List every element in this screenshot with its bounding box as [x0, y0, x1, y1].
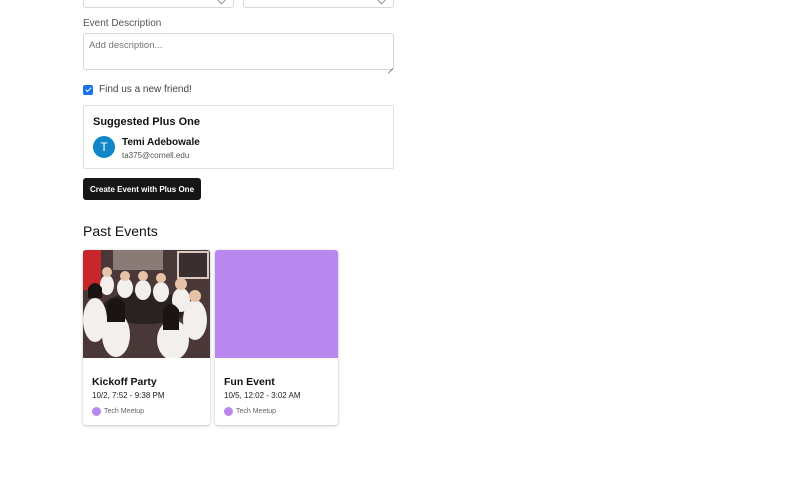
start-time-select[interactable] [83, 0, 234, 8]
suggested-plus-one-title: Suggested Plus One [93, 116, 200, 128]
event-tag: Tech Meetup [224, 407, 276, 416]
event-card-kickoff-party[interactable]: Kickoff Party 10/2, 7:52 - 9:38 PM Tech … [83, 250, 210, 425]
plus-one-email: ta375@cornell.edu [122, 151, 190, 160]
suggested-plus-one-card: Suggested Plus One T Temi Adebowale ta37… [83, 105, 394, 169]
page: Event Description Find us a new friend! … [0, 0, 806, 504]
event-time: 10/5, 12:02 - 3:02 AM [224, 391, 301, 400]
find-friend-checkbox[interactable] [83, 84, 93, 95]
find-friend-label[interactable]: Find us a new friend! [99, 84, 192, 95]
find-friend-row[interactable]: Find us a new friend! [83, 84, 192, 95]
event-image [215, 250, 338, 358]
event-description-field[interactable] [83, 33, 394, 70]
event-tag: Tech Meetup [92, 407, 144, 416]
create-event-button[interactable]: Create Event with Plus One [83, 178, 201, 200]
plus-one-name: Temi Adebowale [122, 137, 200, 148]
event-card-fun-event[interactable]: Fun Event 10/5, 12:02 - 3:02 AM Tech Mee… [215, 250, 338, 425]
event-name: Fun Event [224, 376, 275, 388]
past-events-title: Past Events [83, 223, 158, 239]
resize-handle-icon[interactable] [386, 62, 393, 69]
chevron-down-icon [216, 0, 227, 5]
tag-dot-icon [92, 407, 101, 416]
event-tag-label: Tech Meetup [236, 408, 277, 415]
event-tag-label: Tech Meetup [104, 408, 145, 415]
tag-dot-icon [224, 407, 233, 416]
event-image [83, 250, 210, 360]
event-description-label: Event Description [83, 18, 162, 29]
avatar: T [93, 136, 115, 158]
chevron-down-icon [376, 0, 387, 5]
event-time: 10/2, 7:52 - 9:38 PM [92, 391, 165, 400]
end-time-select[interactable] [243, 0, 394, 8]
event-name: Kickoff Party [92, 376, 157, 388]
group-photo-image [83, 250, 210, 360]
